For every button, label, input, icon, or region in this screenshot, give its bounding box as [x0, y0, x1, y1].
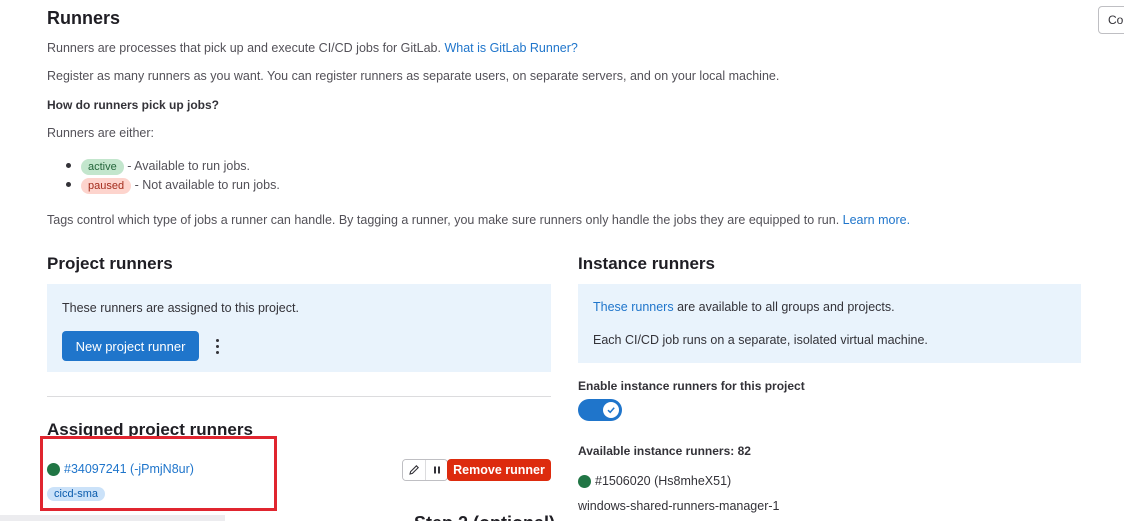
tags-text: Tags control which type of jobs a runner…: [47, 213, 840, 227]
these-runners-link[interactable]: These runners: [593, 300, 674, 314]
corner-button[interactable]: Co: [1098, 6, 1124, 34]
bullet: [66, 182, 71, 188]
more-actions-icon[interactable]: [207, 331, 227, 361]
project-runners-panel: These runners are assigned to this proje…: [47, 284, 551, 372]
enable-instance-label: Enable instance runners for this project: [578, 379, 805, 393]
instance-runner-id: #1506020 (Hs8mheX51): [595, 474, 732, 488]
paused-description: - Not available to run jobs.: [134, 178, 280, 192]
step-heading: Step 2 (optional): [414, 513, 634, 521]
instance-runners-heading: Instance runners: [578, 254, 715, 273]
paused-badge: paused: [81, 178, 132, 194]
instance-runner-status-row: #1506020 (Hs8mheX51): [578, 474, 731, 488]
page-title: Runners: [47, 8, 121, 28]
learn-more-link[interactable]: Learn more.: [843, 213, 910, 227]
instance-runners-panel: These runners are available to all group…: [578, 284, 1081, 363]
check-icon: [603, 402, 619, 418]
available-instance-label: Available instance runners: 82: [578, 444, 751, 458]
divider: [47, 396, 551, 397]
state-item-paused: paused - Not available to run jobs.: [66, 178, 280, 194]
remove-runner-button[interactable]: Remove runner: [447, 459, 551, 481]
bottom-bar: [0, 515, 225, 521]
intro-text: Runners are processes that pick up and e…: [47, 41, 441, 55]
instance-panel-text2: Each CI/CD job runs on a separate, isola…: [593, 333, 928, 347]
edit-icon[interactable]: [403, 460, 425, 480]
how-heading: How do runners pick up jobs?: [47, 98, 220, 112]
active-description: - Available to run jobs.: [127, 159, 250, 173]
instance-runner-name: windows-shared-runners-manager-1: [578, 499, 780, 513]
new-project-runner-label: New project runner: [75, 338, 186, 354]
online-status-icon: [578, 474, 591, 488]
remove-runner-label: Remove runner: [453, 463, 545, 477]
what-is-runner-link[interactable]: What is GitLab Runner?: [444, 41, 577, 55]
tags-paragraph: Tags control which type of jobs a runner…: [47, 213, 910, 227]
active-badge: active: [81, 159, 124, 175]
state-item-active: active - Available to run jobs.: [66, 159, 250, 175]
project-panel-text: These runners are assigned to this proje…: [62, 301, 299, 315]
pause-icon[interactable]: [425, 460, 447, 480]
runner-actions: [402, 459, 448, 481]
highlight-box: [40, 436, 277, 511]
register-text: Register as many runners as you want. Yo…: [47, 69, 780, 83]
intro-paragraph: Runners are processes that pick up and e…: [47, 41, 578, 55]
instance-panel-desc: are available to all groups and projects…: [677, 300, 895, 314]
project-runners-heading: Project runners: [47, 254, 173, 273]
instance-panel-text: These runners are available to all group…: [593, 300, 895, 314]
new-project-runner-button[interactable]: New project runner: [62, 331, 199, 361]
enable-instance-toggle[interactable]: [578, 399, 622, 421]
corner-button-label: Co: [1108, 13, 1124, 27]
bullet: [66, 163, 71, 169]
either-text: Runners are either:: [47, 126, 155, 140]
